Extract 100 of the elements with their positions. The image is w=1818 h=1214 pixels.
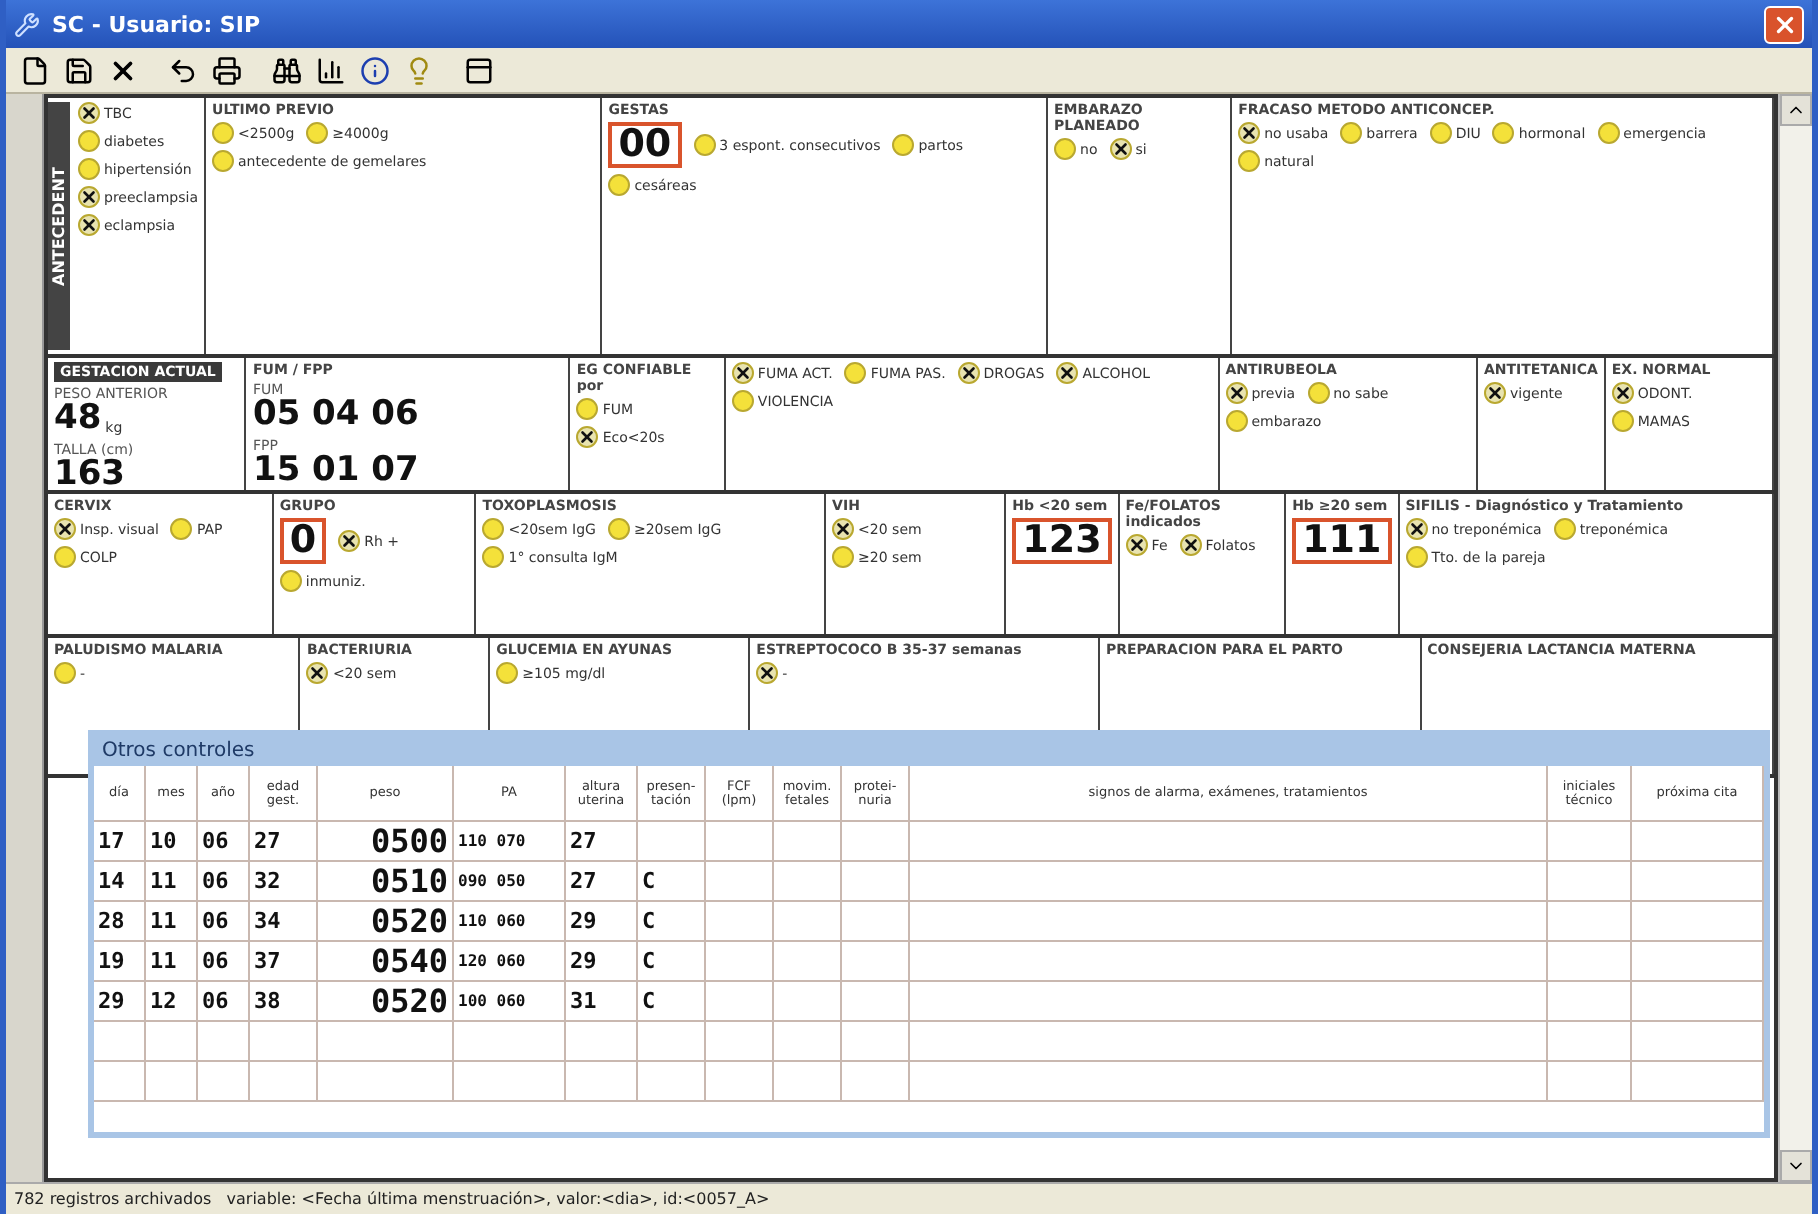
number-field[interactable]: 163 — [54, 458, 125, 492]
answer-circle[interactable] — [1056, 362, 1079, 384]
empty-cell[interactable] — [774, 902, 842, 942]
empty-cell[interactable] — [706, 862, 774, 902]
empty-cell[interactable] — [842, 862, 910, 902]
number-field[interactable]: 111 — [1292, 518, 1392, 564]
table-cell: 11 — [146, 862, 198, 902]
empty-cell[interactable] — [146, 1062, 198, 1102]
scrollbar[interactable] — [1778, 94, 1812, 1182]
empty-cell[interactable] — [774, 862, 842, 902]
empty-cell[interactable] — [638, 1062, 706, 1102]
answer-circle[interactable] — [1125, 534, 1148, 556]
table-cell: 0540 — [318, 942, 454, 982]
empty-cell[interactable] — [706, 902, 774, 942]
empty-cell[interactable] — [1548, 1022, 1632, 1062]
empty-cell[interactable] — [638, 822, 706, 862]
empty-cell[interactable] — [1548, 942, 1632, 982]
close-button[interactable] — [1764, 5, 1804, 43]
empty-cell[interactable] — [706, 1022, 774, 1062]
empty-cell[interactable] — [774, 1022, 842, 1062]
empty-cell[interactable] — [1548, 902, 1632, 942]
number-field[interactable]: 15 01 07 — [252, 454, 419, 488]
answer-circle[interactable] — [78, 214, 100, 236]
empty-cell[interactable] — [638, 1022, 706, 1062]
empty-cell[interactable] — [706, 822, 774, 862]
table-cell: C — [638, 982, 706, 1022]
answer-circle[interactable] — [306, 662, 329, 684]
empty-cell[interactable] — [842, 902, 910, 942]
empty-cell[interactable] — [198, 1022, 250, 1062]
empty-cell[interactable] — [910, 1022, 1548, 1062]
empty-cell[interactable] — [1548, 1062, 1632, 1102]
empty-cell[interactable] — [910, 982, 1548, 1022]
answer-circle[interactable] — [338, 530, 361, 552]
answer-circle[interactable] — [576, 426, 599, 448]
answer-circle[interactable] — [78, 186, 100, 208]
empty-cell[interactable] — [94, 1022, 146, 1062]
number-field[interactable]: 48 — [54, 402, 102, 436]
empty-cell[interactable] — [454, 1022, 566, 1062]
empty-cell[interactable] — [250, 1062, 318, 1102]
empty-cell[interactable] — [1548, 862, 1632, 902]
empty-cell[interactable] — [250, 1022, 318, 1062]
empty-cell[interactable] — [910, 942, 1548, 982]
empty-cell[interactable] — [1632, 1062, 1764, 1102]
empty-cell[interactable] — [774, 982, 842, 1022]
table-cell: 0510 — [318, 862, 454, 902]
empty-cell[interactable] — [1632, 982, 1764, 1022]
table-cell: 11 — [146, 902, 198, 942]
empty-cell[interactable] — [706, 982, 774, 1022]
number-field[interactable]: 123 — [1012, 518, 1112, 564]
answer-circle[interactable] — [832, 518, 855, 540]
empty-cell[interactable] — [842, 1062, 910, 1102]
answer-circle[interactable] — [731, 362, 754, 384]
empty-cell[interactable] — [1632, 902, 1764, 942]
empty-cell[interactable] — [566, 1022, 638, 1062]
empty-cell[interactable] — [1548, 822, 1632, 862]
answer-circle[interactable] — [54, 518, 76, 540]
empty-cell[interactable] — [146, 1022, 198, 1062]
empty-cell[interactable] — [318, 1022, 454, 1062]
answer-circle[interactable] — [1179, 534, 1202, 556]
table-cell: 06 — [198, 942, 250, 982]
table-cell: 06 — [198, 982, 250, 1022]
number-field[interactable]: 0 — [279, 518, 327, 564]
answer-circle[interactable] — [1225, 382, 1248, 404]
empty-cell[interactable] — [706, 942, 774, 982]
answer-circle[interactable] — [1611, 382, 1634, 404]
answer-circle[interactable] — [1405, 518, 1428, 540]
empty-cell[interactable] — [1632, 942, 1764, 982]
answer-circle[interactable] — [1484, 382, 1506, 404]
empty-cell[interactable] — [454, 1062, 566, 1102]
empty-cell[interactable] — [842, 942, 910, 982]
empty-cell[interactable] — [910, 862, 1548, 902]
empty-cell[interactable] — [910, 902, 1548, 942]
table-cell: C — [638, 902, 706, 942]
empty-cell[interactable] — [910, 822, 1548, 862]
empty-cell[interactable] — [1632, 1022, 1764, 1062]
answer-circle[interactable] — [78, 102, 100, 124]
table-cell: 0520 — [318, 982, 454, 1022]
empty-cell[interactable] — [842, 822, 910, 862]
empty-cell[interactable] — [706, 1062, 774, 1102]
empty-cell[interactable] — [842, 982, 910, 1022]
empty-cell[interactable] — [774, 822, 842, 862]
empty-cell[interactable] — [1632, 862, 1764, 902]
answer-circle[interactable] — [756, 662, 779, 684]
empty-cell[interactable] — [94, 1062, 146, 1102]
answer-circle[interactable] — [957, 362, 980, 384]
empty-cell[interactable] — [774, 1062, 842, 1102]
empty-cell[interactable] — [318, 1062, 454, 1102]
empty-cell[interactable] — [774, 942, 842, 982]
empty-cell[interactable] — [842, 1022, 910, 1062]
empty-cell[interactable] — [1632, 822, 1764, 862]
empty-cell[interactable] — [1548, 982, 1632, 1022]
table-cell: 17 — [94, 822, 146, 862]
empty-cell[interactable] — [566, 1062, 638, 1102]
empty-cell[interactable] — [198, 1062, 250, 1102]
number-field[interactable]: 05 04 06 — [252, 398, 419, 432]
answer-circle[interactable] — [1109, 138, 1132, 160]
empty-cell[interactable] — [910, 1062, 1548, 1102]
answer-circle[interactable] — [1238, 122, 1261, 144]
number-field[interactable]: 00 — [608, 122, 682, 168]
table-cell: 34 — [250, 902, 318, 942]
